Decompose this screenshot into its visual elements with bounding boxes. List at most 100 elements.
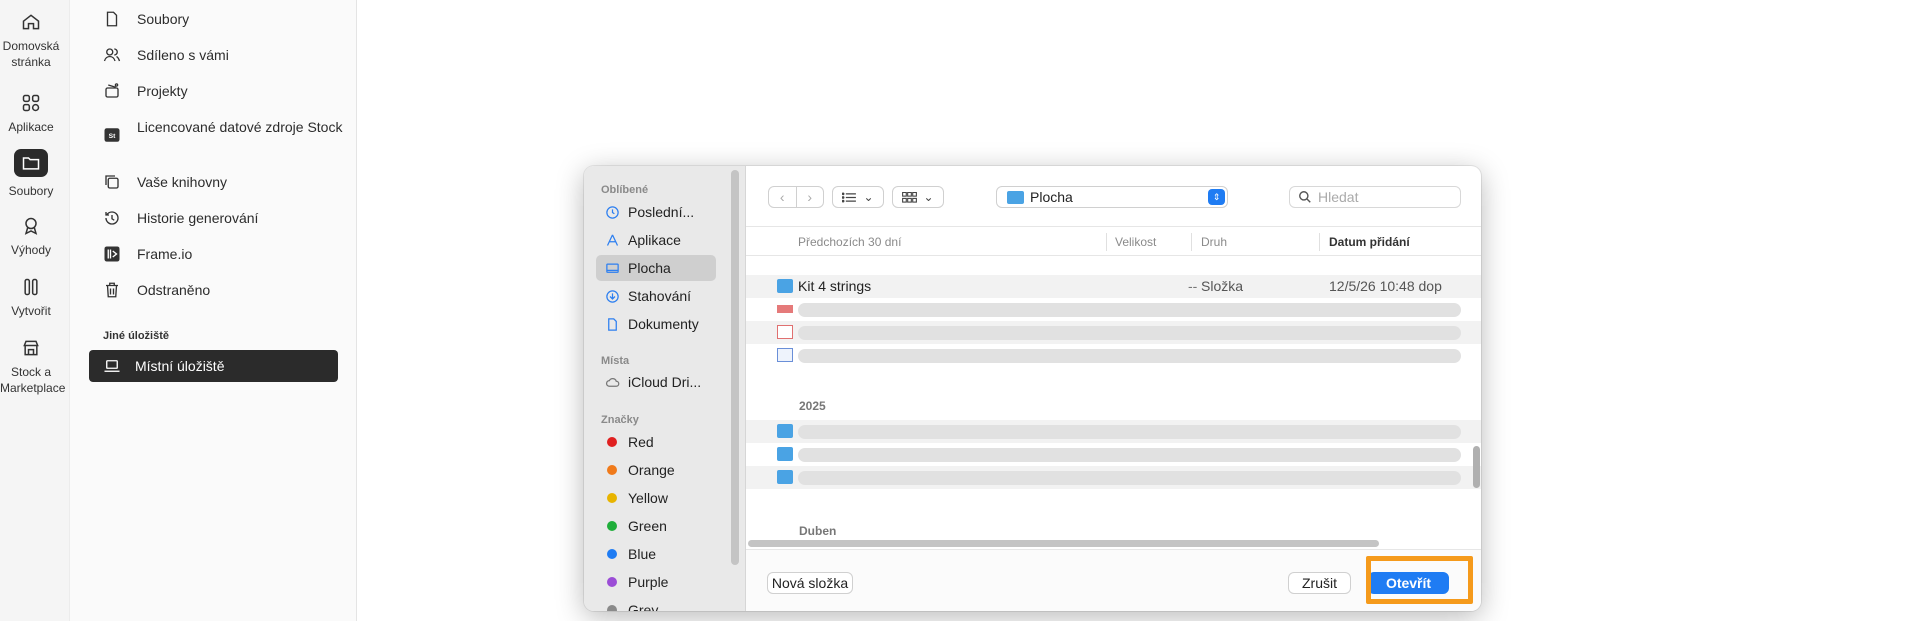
column-header: Předchozích 30 dní Velikost Druh Datum p… [746,226,1481,256]
search-field[interactable]: Hledat [1289,186,1461,208]
table-row[interactable] [746,321,1481,344]
files-item-shared[interactable]: Sdíleno s vámi [102,45,347,65]
create-icon [21,277,41,297]
sidebar-scrollbar[interactable] [731,170,739,565]
pdf-file-icon [777,325,793,339]
sidebar-item-icloud[interactable]: iCloud Dri... [596,369,716,395]
alias-file-icon [777,348,793,362]
redacted-row [798,471,1461,485]
files-item-history[interactable]: Historie generování [102,208,347,228]
rail-label: Vytvořit [11,304,51,318]
back-button[interactable]: ‹ [769,187,797,207]
file-icon [102,9,122,29]
clock-icon [604,204,620,220]
tag-dot [607,521,617,531]
rail-item-apps[interactable]: Aplikace [0,93,62,135]
rail-item-benefits[interactable]: Výhody [0,216,62,258]
sidebar-item-label: Stahování [628,288,692,304]
sidebar-item-applications[interactable]: Aplikace [596,227,716,253]
new-folder-button[interactable]: Nová složka [767,572,853,594]
sidebar-item-documents[interactable]: Dokumenty [596,311,716,337]
rail-item-stock[interactable]: Stock a Marketplace [0,338,66,396]
row-name: Kit 4 strings [798,278,872,294]
laptop-icon [104,360,120,372]
col-size[interactable]: Velikost [1115,235,1156,249]
store-icon [21,338,41,358]
tag-label: Yellow [628,490,668,506]
list-view-button[interactable]: ⌄ [832,186,884,208]
row-size: -- [1188,278,1198,294]
highlight-box [1366,556,1473,604]
folder-icon [777,279,793,293]
table-row[interactable] [746,466,1481,489]
grid-view-button[interactable]: ⌄ [892,186,944,208]
location-popup[interactable]: Plocha ⇕ [996,186,1228,208]
folder-icon [1007,190,1024,204]
sidebar-item-recents[interactable]: Poslední... [596,199,716,225]
local-storage-item[interactable]: Místní úložiště [89,350,338,382]
rail-label: Stock a Marketplace [0,365,66,395]
rail-label: Výhody [10,243,52,257]
col-date[interactable]: Datum přidání [1329,235,1410,249]
files-panel: Soubory Sdíleno s vámi Projekty St Licen… [70,0,357,621]
document-icon [604,316,620,332]
sidebar-item-label: Plocha [628,260,671,276]
people-icon [102,45,122,65]
files-item-stock[interactable]: St Licencované datové zdroje Stock [102,117,347,145]
tag-yellow[interactable]: Yellow [596,485,716,511]
tag-green[interactable]: Green [596,513,716,539]
sidebar-item-label: Aplikace [628,232,681,248]
sidebar-item-label: Dokumenty [628,316,699,332]
table-row[interactable] [746,443,1481,466]
cancel-button[interactable]: Zrušit [1288,572,1351,594]
tag-grey[interactable]: Grey [596,597,716,611]
files-item-label: Frame.io [137,246,193,262]
group-duben: Duben [799,524,837,537]
list-vertical-scrollbar[interactable] [1473,446,1480,488]
table-row[interactable] [746,420,1481,443]
chevron-down-icon: ⌄ [863,190,874,204]
table-row[interactable] [746,298,1481,321]
home-icon [21,12,41,32]
col-kind[interactable]: Druh [1201,235,1227,249]
tag-red[interactable]: Red [596,429,716,455]
rail-label: Soubory [8,184,54,198]
col-name[interactable]: Předchozích 30 dní [798,235,901,249]
tag-dot [607,465,617,475]
row-date: 12/5/26 10:48 dop [1329,278,1442,294]
files-item-label: Odstraněno [137,282,211,298]
table-row[interactable] [746,344,1481,367]
rail-label: Domovská stránka [2,39,60,69]
tag-label: Green [628,518,667,534]
sidebar-item-label: iCloud Dri... [628,374,702,390]
files-item-projects[interactable]: Projekty [102,81,347,101]
search-icon [1299,191,1311,203]
files-item-label: Sdíleno s vámi [137,47,229,63]
folder-icon [14,149,48,177]
redacted-row [798,303,1461,317]
tag-label: Blue [628,546,657,562]
rail-label: Aplikace [8,120,54,134]
applications-icon [604,232,620,248]
tag-orange[interactable]: Orange [596,457,716,483]
sidebar-item-desktop[interactable]: Plocha [596,255,716,281]
files-item-libraries[interactable]: Vaše knihovny [102,172,347,192]
forward-button[interactable]: › [797,187,824,207]
stock-icon: St [102,125,122,145]
files-item-frameio[interactable]: Frame.io [102,244,347,264]
table-row[interactable]: Kit 4 strings -- Složka 12/5/26 10:48 do… [746,275,1481,298]
list-horizontal-scrollbar[interactable] [748,540,1379,547]
folder-icon [777,447,793,461]
rail-item-create[interactable]: Vytvořit [0,277,62,319]
files-item-label: Soubory [137,11,190,27]
rail-item-home[interactable]: Domovská stránka [0,12,62,70]
tag-dot [607,549,617,559]
download-icon [604,288,620,304]
tag-purple[interactable]: Purple [596,569,716,595]
files-item-files[interactable]: Soubory [102,9,347,29]
files-item-deleted[interactable]: Odstraněno [102,280,347,300]
redacted-row [798,425,1461,439]
rail-item-files[interactable]: Soubory [0,149,62,199]
tag-blue[interactable]: Blue [596,541,716,567]
sidebar-item-downloads[interactable]: Stahování [596,283,716,309]
